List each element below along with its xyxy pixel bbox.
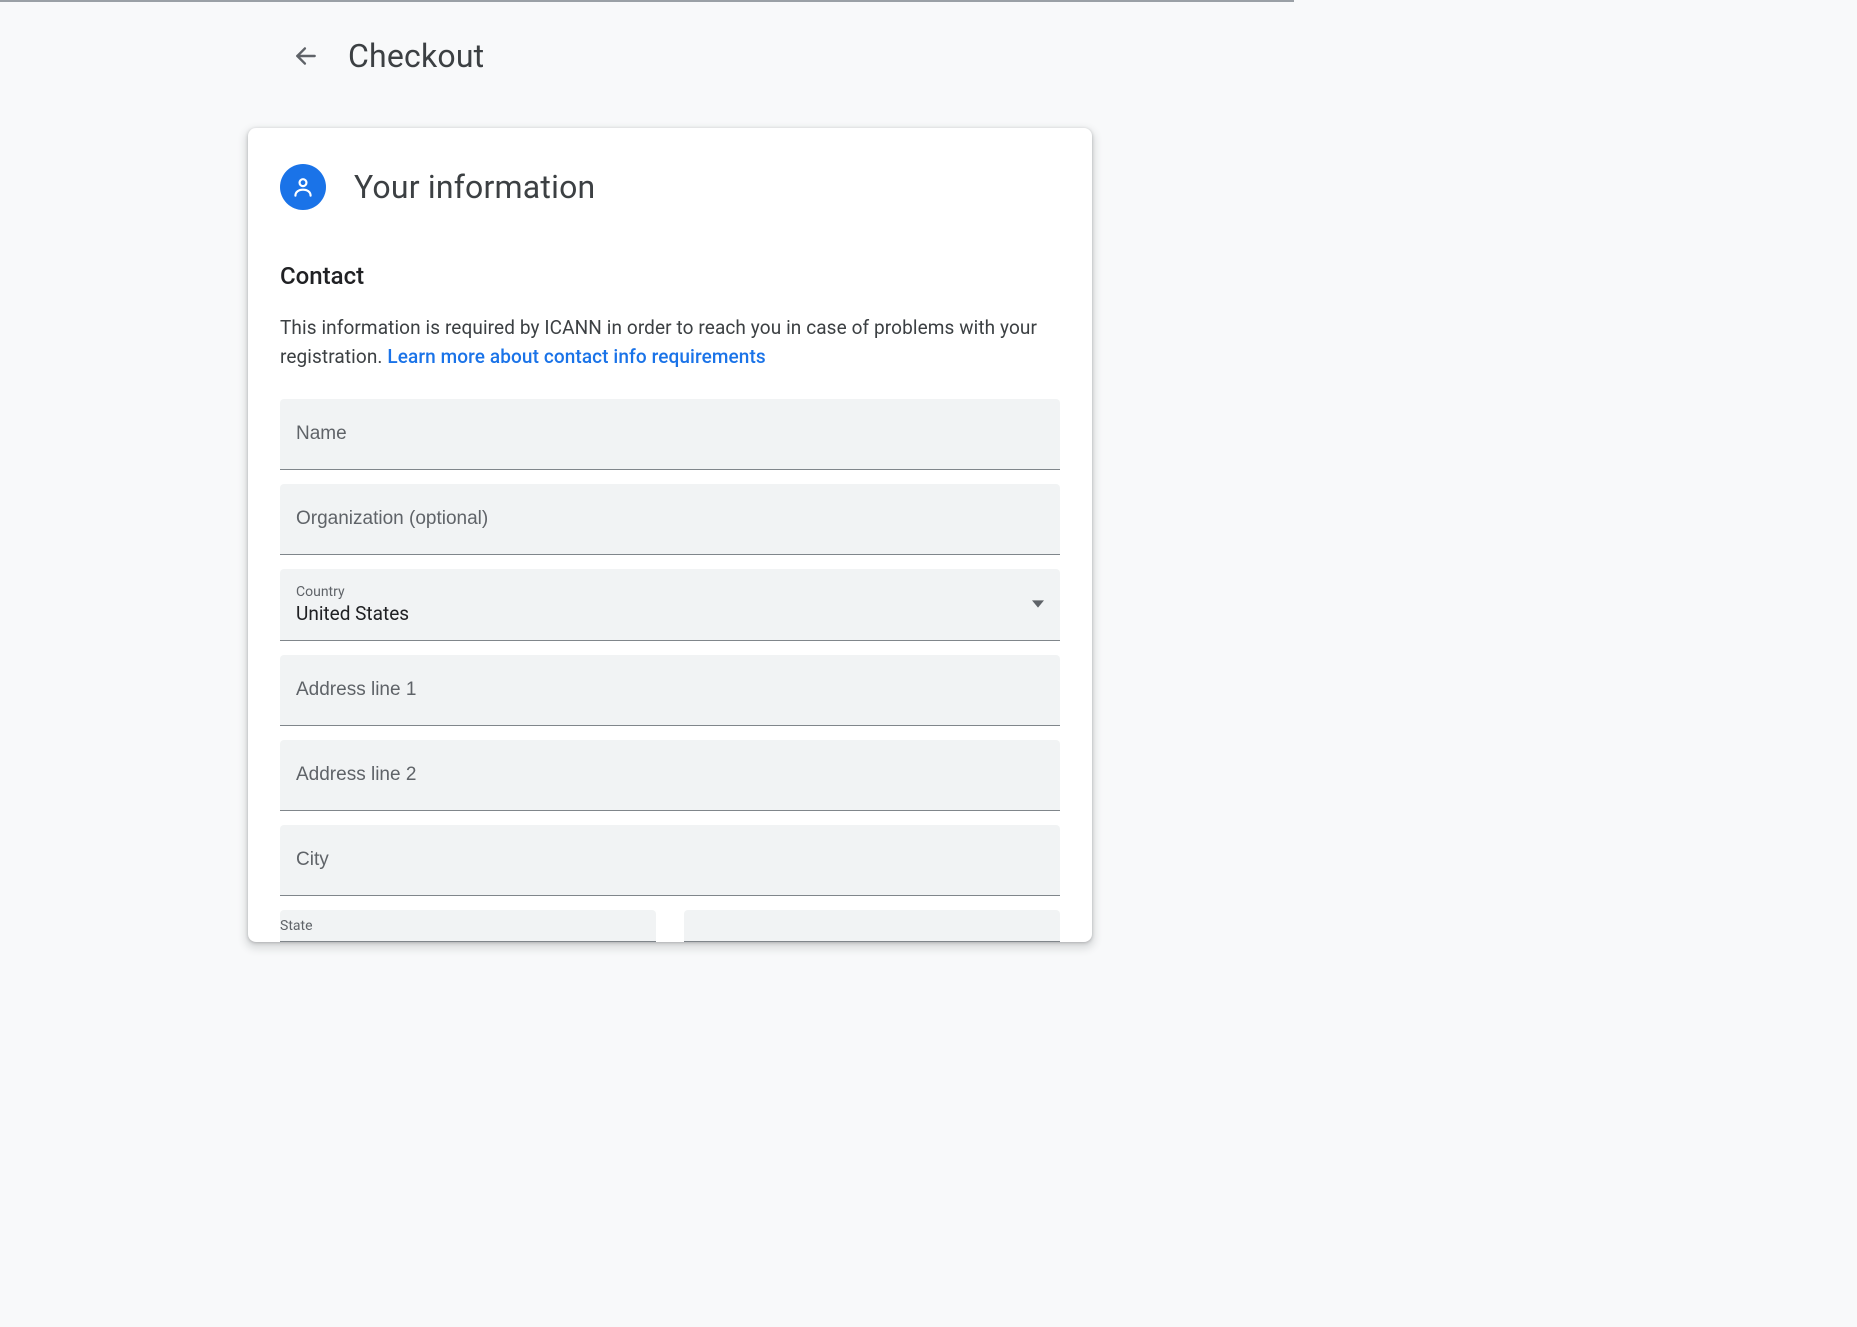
state-select[interactable]: State	[280, 910, 656, 942]
person-icon	[280, 164, 326, 210]
address1-input[interactable]	[280, 655, 1060, 725]
contact-subhead: Contact	[280, 262, 1060, 290]
city-field[interactable]	[280, 825, 1060, 896]
address2-field[interactable]	[280, 740, 1060, 811]
section-title: Your information	[354, 168, 595, 206]
zip-field[interactable]	[684, 910, 1060, 942]
page-header: Checkout	[286, 2, 1294, 76]
checkout-card: Your information Contact This informatio…	[248, 128, 1092, 942]
address2-input[interactable]	[280, 740, 1060, 810]
chevron-down-icon	[1032, 595, 1044, 614]
name-field[interactable]	[280, 399, 1060, 470]
address1-field[interactable]	[280, 655, 1060, 726]
city-input[interactable]	[280, 825, 1060, 895]
contact-description: This information is required by ICANN in…	[280, 314, 1060, 371]
country-select[interactable]: Country United States	[280, 569, 1060, 641]
page-title: Checkout	[348, 37, 484, 75]
organization-field[interactable]	[280, 484, 1060, 555]
country-label: Country	[296, 584, 409, 600]
country-value: United States	[296, 602, 409, 625]
state-label: State	[280, 910, 656, 934]
learn-more-link[interactable]: Learn more about contact info requiremen…	[387, 345, 765, 368]
arrow-back-icon	[293, 43, 319, 69]
back-button[interactable]	[286, 36, 326, 76]
name-input[interactable]	[280, 399, 1060, 469]
organization-input[interactable]	[280, 484, 1060, 554]
